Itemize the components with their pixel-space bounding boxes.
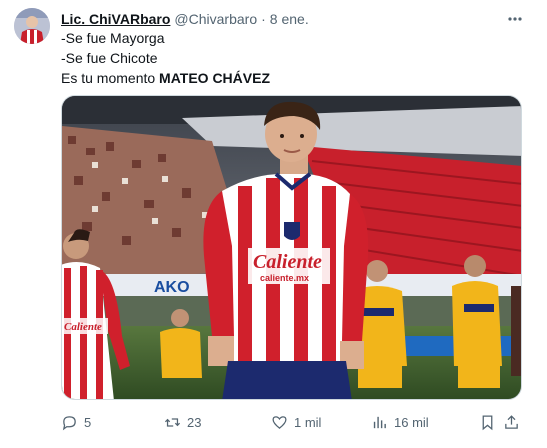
reply-button[interactable]: 5 (61, 410, 91, 434)
bookmark-button[interactable] (479, 410, 502, 434)
repost-icon (164, 417, 181, 427)
post-card[interactable]: Lic. ChiVARbaro @Chivarbaro · 8 ene. -Se… (0, 0, 547, 448)
main-player-sponsor: Caliente (253, 251, 322, 273)
share-button[interactable] (503, 410, 526, 434)
post-line-2: -Se fue Chicote (61, 50, 158, 66)
avatar[interactable] (14, 8, 50, 44)
like-button[interactable]: 1 mil (271, 410, 321, 434)
like-count: 1 mil (294, 414, 322, 430)
post-highlight-name: MATEO CHÁVEZ (159, 70, 271, 86)
reply-count: 5 (84, 414, 92, 430)
views-chart-icon (373, 416, 386, 428)
reply-icon (62, 415, 76, 430)
main-player-sponsor-url: caliente.mx (260, 273, 309, 283)
views-count: 16 mil (394, 414, 429, 430)
views-button[interactable]: 16 mil (371, 410, 429, 434)
author-handle[interactable]: @Chivarbaro (174, 11, 257, 27)
separator-dot: · (261, 11, 266, 27)
repost-count: 23 (187, 414, 202, 430)
bookmark-icon (482, 414, 493, 430)
post-line-1: -Se fue Mayorga (61, 30, 165, 46)
left-player-sponsor: Caliente (64, 321, 102, 333)
post-header: Lic. ChiVARbaro @Chivarbaro · 8 ene. (61, 9, 309, 29)
avatar-image (14, 8, 50, 44)
repost-button[interactable]: 23 (164, 410, 201, 434)
post-image[interactable]: AKO Caliente Caliente caliente.mx (61, 95, 522, 400)
heart-icon (272, 415, 287, 429)
post-text: -Se fue Mayorga -Se fue Chicote Es tu mo… (61, 28, 270, 88)
post-line-3-text: Es tu momento (61, 70, 160, 86)
more-options-icon[interactable] (507, 11, 523, 27)
action-bar: 5 23 1 mil 16 mil (61, 410, 522, 434)
post-timestamp[interactable]: 8 ene. (270, 11, 309, 27)
share-icon (505, 414, 518, 429)
post-line-3: Es tu momento MATEO CHÁVEZ (61, 68, 270, 88)
ad-board-text: AKO (154, 279, 190, 296)
stadium-photo: AKO Caliente Caliente caliente.mx (62, 96, 521, 399)
author-name[interactable]: Lic. ChiVARbaro (61, 11, 170, 27)
